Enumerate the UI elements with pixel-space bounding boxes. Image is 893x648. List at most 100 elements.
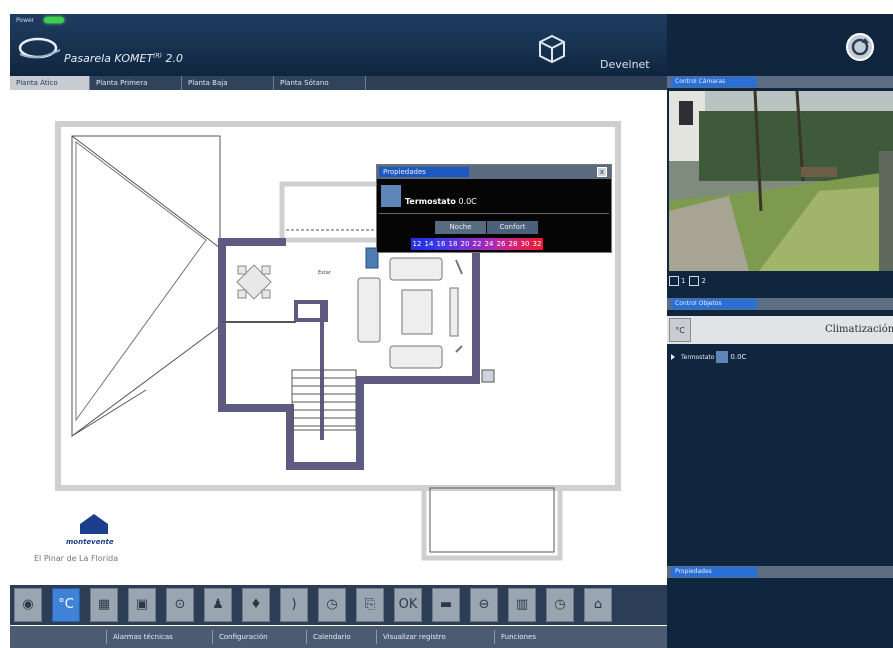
minus-icon[interactable]: ▬ xyxy=(432,588,460,622)
temp-cell[interactable]: 20 xyxy=(459,238,471,250)
camera-feed xyxy=(669,91,893,271)
person-icon[interactable]: ♟ xyxy=(204,588,232,622)
camera-1-label: 1 xyxy=(681,277,686,285)
thermostat-name: Termostato xyxy=(405,197,456,206)
bottom-menu: Alarmas técnicas Configuración Calendari… xyxy=(10,626,667,648)
climate-header[interactable]: °C Climatización xyxy=(667,316,893,344)
properties-title: Propiedades xyxy=(379,167,469,177)
temp-cell[interactable]: 24 xyxy=(483,238,495,250)
ok-icon[interactable]: OK xyxy=(394,588,422,622)
app-title-text: Pasarela KOMET xyxy=(64,52,154,65)
logo-swoosh-icon xyxy=(18,37,61,59)
clock-glyph: ◷ xyxy=(326,597,338,612)
temp-cell[interactable]: 18 xyxy=(447,238,459,250)
user-name: Develnet xyxy=(600,58,650,71)
thermostat-icon xyxy=(716,351,729,363)
brand-name: montevente xyxy=(66,538,114,546)
app-title: Pasarela KOMET(R) 2.0 xyxy=(64,52,183,65)
mode-tabs: Noche Confort xyxy=(435,221,539,234)
temp-cell[interactable]: 28 xyxy=(507,238,519,250)
divider xyxy=(379,213,609,214)
properties-panel-title: Propiedades xyxy=(671,567,757,577)
cube-icon[interactable] xyxy=(538,34,566,64)
temp-cell[interactable]: 16 xyxy=(435,238,447,250)
menu-configuracion[interactable]: Configuración xyxy=(212,630,274,644)
blinds-glyph: ▦ xyxy=(97,597,111,612)
scene-icon[interactable]: ⎘ xyxy=(356,588,384,622)
thermostat-readout: Termostato 0.0C xyxy=(405,197,477,206)
menu-funciones[interactable]: Funciones xyxy=(494,630,542,644)
climate-label: Climatización xyxy=(825,324,893,335)
brand-place: El Pinar de La Florida xyxy=(34,554,119,563)
thermometer-icon: °C xyxy=(669,318,691,342)
home-icon[interactable]: ⌂ xyxy=(584,588,612,622)
minus-glyph: ▬ xyxy=(439,597,453,612)
bottom-toolbar: ◉ °C ▦ ▣ ⊙ ♟ ♦) ◷ ⎘ OK ▬ ⊖ ▥ ◷ ⌂ xyxy=(10,585,667,625)
no-entry-glyph: ⊖ xyxy=(478,597,490,612)
timer-glyph: ◷ xyxy=(554,597,566,612)
socket-glyph: ⊙ xyxy=(174,597,186,612)
temp-cell[interactable]: 22 xyxy=(471,238,483,250)
power-led-icon xyxy=(44,17,64,23)
socket-icon[interactable]: ⊙ xyxy=(166,588,194,622)
lamp-icon[interactable]: ♦ xyxy=(242,588,270,622)
moon-icon[interactable]: ) xyxy=(280,588,308,622)
thermostat-row-value: 0.0C xyxy=(730,353,747,361)
timer-icon[interactable]: ◷ xyxy=(546,588,574,622)
floor-tabs: Planta Ático Planta Primera Planta Baja … xyxy=(10,76,667,90)
menu-alarmas-tecnicas[interactable]: Alarmas técnicas xyxy=(106,630,179,644)
lamp-glyph: ♦ xyxy=(250,597,262,612)
right-top-bar xyxy=(667,14,893,76)
mode-tab-noche[interactable]: Noche xyxy=(435,221,487,234)
app-version: 2.0 xyxy=(162,52,184,65)
temp-cell[interactable]: 14 xyxy=(423,238,435,250)
camera-1-checkbox[interactable] xyxy=(669,276,679,286)
ok-glyph: OK xyxy=(398,597,418,612)
clock-icon[interactable]: ◷ xyxy=(318,588,346,622)
menu-calendario[interactable]: Calendario xyxy=(306,630,357,644)
panel-icon[interactable]: ▥ xyxy=(508,588,536,622)
camera-controls: 1 2 xyxy=(669,276,708,290)
properties-popup: Propiedades x Termostato 0.0C Noche Conf… xyxy=(376,164,612,253)
thermostat-row[interactable]: Termostato 0.0C xyxy=(671,350,746,364)
thermostat-value: 0.0C xyxy=(455,197,477,206)
thermometer-icon[interactable]: °C xyxy=(52,588,80,622)
tab-planta-baja[interactable]: Planta Baja xyxy=(182,76,274,90)
no-entry-icon[interactable]: ⊖ xyxy=(470,588,498,622)
tab-planta-sotano[interactable]: Planta Sótano xyxy=(274,76,366,90)
close-icon[interactable]: x xyxy=(597,167,607,177)
menu-visualizar-registro[interactable]: Visualizar registro xyxy=(376,630,452,644)
home-glyph: ⌂ xyxy=(593,597,603,612)
temp-cell[interactable]: 32 xyxy=(531,238,543,250)
expand-arrow-icon xyxy=(671,354,675,360)
blinds-icon[interactable]: ▦ xyxy=(90,588,118,622)
room-label: Estar xyxy=(318,270,332,276)
temp-cell[interactable]: 26 xyxy=(495,238,507,250)
app-window: Power Pasarela KOMET(R) 2.0 Develnet Pla… xyxy=(0,0,893,648)
thermostat-icon xyxy=(381,185,401,207)
thermostat-row-name: Termostato xyxy=(681,353,715,361)
temp-cell[interactable]: 30 xyxy=(519,238,531,250)
tab-planta-primera[interactable]: Planta Primera xyxy=(90,76,182,90)
camera-2-label: 2 xyxy=(701,277,706,285)
top-bar: Power Pasarela KOMET(R) 2.0 Develnet xyxy=(10,14,667,76)
thermometer-glyph: °C xyxy=(58,597,74,612)
camera-icon[interactable]: ◉ xyxy=(14,588,42,622)
app-title-mark: (R) xyxy=(153,52,163,60)
mode-tab-confort[interactable]: Confort xyxy=(487,221,539,234)
camera-2-checkbox[interactable] xyxy=(689,276,700,286)
tab-planta-atico[interactable]: Planta Ático xyxy=(10,76,90,90)
refresh-icon[interactable] xyxy=(845,32,875,62)
scene-glyph: ⎘ xyxy=(364,597,376,612)
temp-cell[interactable]: 12 xyxy=(411,238,423,250)
temperature-scale: 12 14 16 18 20 22 24 26 28 30 32 xyxy=(411,238,543,250)
right-panel: Control Cámaras 1 2 Control Objetos °C C… xyxy=(667,76,893,648)
window-glyph: ▣ xyxy=(135,597,149,612)
person-glyph: ♟ xyxy=(212,597,224,612)
window-icon[interactable]: ▣ xyxy=(128,588,156,622)
moon-glyph: ) xyxy=(291,597,297,612)
camera-glyph: ◉ xyxy=(22,597,34,612)
power-label: Power xyxy=(16,17,35,24)
camera-panel-title: Control Cámaras xyxy=(671,77,757,87)
panel-glyph: ▥ xyxy=(515,597,529,612)
